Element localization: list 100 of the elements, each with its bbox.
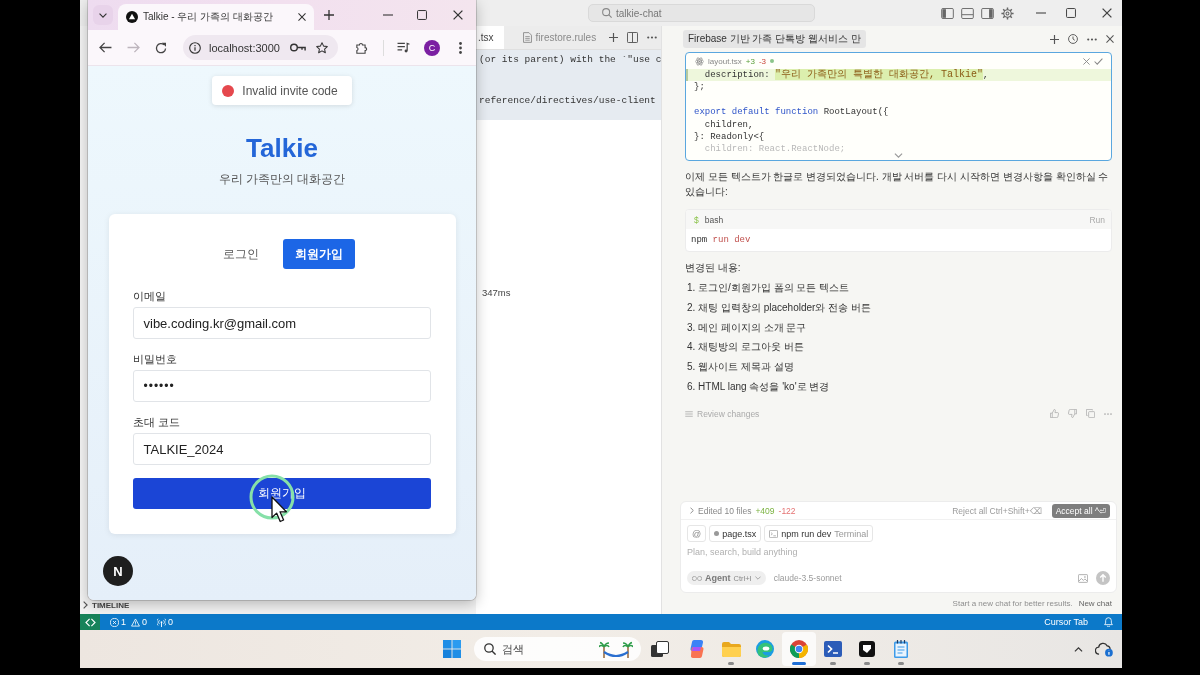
folder-icon	[721, 641, 741, 657]
key-icon[interactable]	[290, 43, 306, 52]
accept-all-button[interactable]: Accept all ^⏎	[1051, 503, 1110, 518]
clock-icon[interactable]	[1068, 34, 1078, 44]
new-chat-link[interactable]: New chat	[1078, 598, 1112, 608]
plus-icon[interactable]	[1050, 34, 1059, 44]
auth-tab[interactable]: 회원가입	[282, 239, 355, 269]
context-chip[interactable]: @	[687, 525, 707, 542]
output-line: (or its parent) with the `"use c	[479, 54, 662, 66]
reload-icon[interactable]	[155, 41, 167, 54]
thumbs-up-icon[interactable]	[1050, 409, 1059, 419]
copilot-icon	[688, 640, 706, 658]
dev-tools-button[interactable]: N	[103, 556, 133, 586]
code-line: export default function RootLayout({	[693, 106, 889, 119]
hint-text: Start a new chat for better results.	[952, 598, 1073, 608]
bell-icon[interactable]	[1104, 617, 1113, 627]
input-field[interactable]: TALKIE_2024	[132, 433, 431, 465]
change-item: 6. HTML lang 속성을 'ko'로 변경	[686, 380, 830, 394]
profile-avatar[interactable]: C	[424, 39, 440, 56]
error-count[interactable]: 1	[121, 617, 126, 627]
chevron-right-icon[interactable]	[83, 601, 88, 609]
atom-icon	[695, 56, 704, 66]
settings-icon[interactable]	[1001, 6, 1014, 20]
task-view-icon	[651, 641, 669, 657]
chrome-icon	[790, 640, 808, 658]
terminal-icon	[824, 641, 842, 657]
terminal-icon	[769, 529, 779, 538]
editor-tab[interactable]: firestore.rules	[518, 26, 601, 49]
field-label: 이메일	[132, 289, 167, 303]
split-editor-icon[interactable]	[627, 32, 639, 43]
maximize-icon[interactable]	[1066, 8, 1076, 18]
file-dot-icon	[714, 531, 720, 536]
app-icon	[859, 641, 875, 657]
chevron-down-icon	[754, 576, 761, 580]
address-field[interactable]: localhost:3000	[183, 35, 338, 60]
code-line: children,	[703, 118, 754, 131]
search-icon	[484, 643, 496, 655]
more-icon[interactable]	[1087, 37, 1097, 41]
model-selector[interactable]: claude-3.5-sonnet	[773, 573, 842, 583]
more-icon[interactable]	[647, 36, 658, 39]
language-label: bash	[704, 214, 724, 225]
sidebar-toggle-icon[interactable]	[981, 7, 994, 19]
close-icon[interactable]	[453, 10, 463, 20]
close-icon[interactable]	[298, 13, 306, 21]
input-field[interactable]: vibe.coding.kr@gmail.com	[132, 307, 431, 339]
chat-tab[interactable]: Firebase 기반 가족 단톡방 웹서비스 만	[683, 30, 866, 48]
assistant-message: 이제 모든 텍스트가 한글로 변경되었습니다. 개발 서버를 다시 시작하면 변경사항을 확인하실 수 있습니다:	[685, 170, 1110, 199]
chevron-up-icon[interactable]	[1074, 646, 1083, 652]
browser-tab[interactable]: Talkie - 우리 가족의 대화공간	[118, 4, 314, 30]
app-subtitle: 우리 가족만의 대화공간	[218, 171, 346, 187]
auth-tab[interactable]: 로그인	[208, 239, 273, 269]
cloud-icon[interactable]	[1095, 641, 1113, 657]
more-vertical-icon[interactable]	[459, 41, 462, 54]
close-icon[interactable]	[1106, 35, 1114, 43]
search-field[interactable]: 검색	[474, 637, 641, 661]
playlist-icon[interactable]	[397, 42, 410, 53]
maximize-icon[interactable]	[417, 10, 427, 20]
cursor-tab-status[interactable]: Cursor Tab	[1044, 617, 1088, 627]
browser-icon	[756, 640, 774, 658]
info-icon[interactable]	[189, 41, 201, 54]
field-label: 비밀번호	[132, 352, 178, 366]
infinity-icon	[692, 575, 702, 581]
search-icon	[602, 8, 612, 18]
close-icon[interactable]	[1102, 8, 1112, 18]
removed-count: -122	[778, 505, 796, 516]
file-name[interactable]: layout.tsx	[708, 56, 742, 66]
command-line: npm run dev	[690, 234, 752, 247]
check-icon[interactable]	[1094, 57, 1103, 65]
ports-count[interactable]: 0	[168, 617, 174, 627]
warning-count[interactable]: 0	[142, 617, 148, 627]
panel-toggle-icon[interactable]	[961, 7, 974, 19]
notepad-icon	[894, 640, 908, 658]
change-item: 5. 웹사이트 제목과 설명	[686, 360, 794, 375]
remote-button[interactable]	[80, 614, 100, 630]
back-icon[interactable]	[99, 42, 112, 53]
plus-icon[interactable]	[609, 33, 619, 42]
edited-summary[interactable]: Edited 10 files	[698, 505, 752, 516]
command-center-field[interactable]: talkie-chat	[588, 4, 815, 22]
dot-icon	[770, 59, 775, 63]
removed-count: -3	[758, 56, 767, 66]
brackets-icon	[84, 617, 96, 627]
palm-trees-icon	[599, 640, 633, 658]
code-line: }: Readonly<{	[693, 130, 765, 144]
new-tab-icon[interactable]	[324, 10, 334, 20]
reject-all-button[interactable]: Reject all Ctrl+Shift+⌫	[952, 505, 1042, 516]
change-item: 3. 메인 페이지의 소개 문구	[686, 320, 807, 335]
chevron-down-icon	[99, 12, 107, 18]
field-label: 초대 코드	[132, 415, 181, 429]
code-line: children: React.ReactNode;	[703, 143, 846, 156]
star-icon[interactable]	[316, 41, 328, 54]
input-field[interactable]: ••••••	[132, 370, 431, 402]
editor-tab[interactable]: .tsx	[476, 26, 504, 49]
output-line: reference/directives/use-client	[479, 95, 656, 107]
file-icon	[522, 32, 532, 43]
context-chip[interactable]: npm run dev Terminal	[764, 525, 874, 542]
thumbs-down-icon[interactable]	[1068, 409, 1077, 419]
puzzle-icon[interactable]	[356, 41, 368, 54]
sidebar-toggle-icon[interactable]	[941, 7, 954, 19]
section-header[interactable]: TIMELINE	[92, 600, 130, 610]
context-chip[interactable]: page.tsx	[709, 525, 762, 542]
